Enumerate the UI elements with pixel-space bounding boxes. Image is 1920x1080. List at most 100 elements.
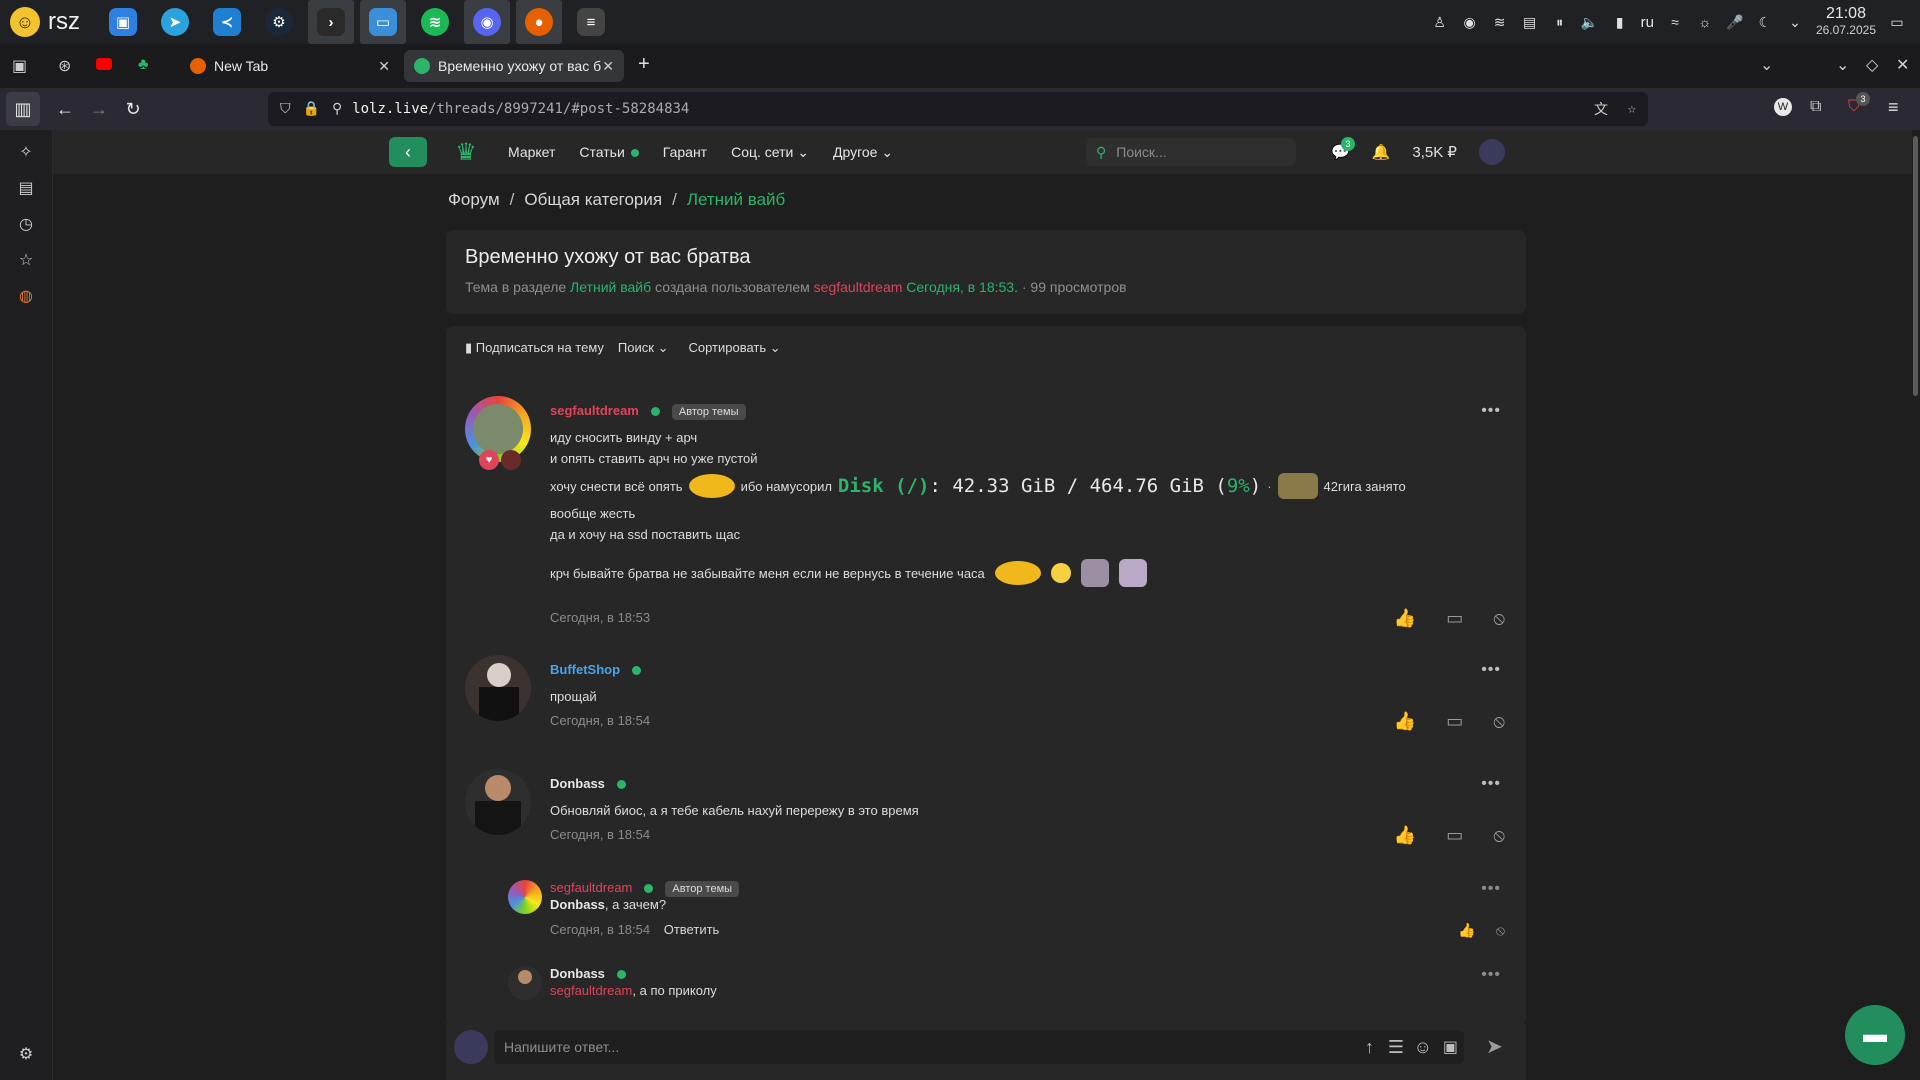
clipboard-icon[interactable]: ▤ — [1521, 13, 1539, 31]
bookmarks-star-icon[interactable]: ☆ — [16, 250, 36, 270]
tab-new-tab[interactable]: New Tab ✕ — [180, 50, 400, 82]
reply-input[interactable]: Напишите ответ... ↑ ☰ ☺ ▣ — [494, 1030, 1464, 1064]
hide-icon[interactable]: ⦸ — [1493, 608, 1505, 629]
author-link[interactable]: segfaultdream — [550, 880, 632, 895]
steam-app-icon[interactable]: ⚙ — [256, 0, 302, 44]
more-menu-icon[interactable]: ••• — [1481, 661, 1501, 679]
avatar[interactable] — [465, 396, 531, 462]
list-icon[interactable]: ☰ — [1388, 1037, 1404, 1058]
author-link[interactable]: segfaultdream — [550, 403, 639, 418]
permissions-icon[interactable]: ⚲ — [332, 101, 342, 117]
image-icon[interactable]: ▣ — [1443, 1037, 1458, 1057]
back-chevron-button[interactable]: ‹ — [389, 137, 427, 167]
nav-articles[interactable]: Статьи — [579, 144, 639, 160]
new-tab-button[interactable]: + — [638, 53, 650, 76]
spotify-tray-icon[interactable]: ≋ — [1491, 13, 1509, 31]
microphone-icon[interactable]: 🎤 — [1726, 13, 1744, 31]
like-icon[interactable]: 👍 — [1394, 825, 1416, 846]
brightness-icon[interactable]: ☼ — [1696, 13, 1714, 31]
reply-icon[interactable]: ▭ — [1446, 711, 1463, 732]
reload-icon[interactable]: ↻ — [116, 92, 150, 126]
bell-icon[interactable]: 🔔 — [1372, 143, 1391, 161]
close-icon[interactable]: ✕ — [602, 58, 614, 75]
send-icon[interactable]: ➤ — [1486, 1034, 1503, 1059]
discord-tray-icon[interactable]: ◉ — [1461, 13, 1479, 31]
like-icon[interactable]: 👍 — [1458, 922, 1475, 939]
pinned-tab-lolz-icon[interactable]: ♣ — [138, 56, 149, 74]
avatar[interactable] — [508, 966, 542, 1000]
search-input[interactable]: ⚲ Поиск... — [1086, 138, 1296, 166]
tab-thread[interactable]: Временно ухожу от вас б ✕ — [404, 50, 624, 82]
nav-guarantor[interactable]: Гарант — [663, 144, 707, 160]
hide-icon[interactable]: ⦸ — [1496, 922, 1505, 939]
restore-icon[interactable]: ◇ — [1866, 55, 1878, 75]
balance[interactable]: 3,5K ₽ — [1412, 143, 1457, 161]
like-icon[interactable]: 👍 — [1394, 711, 1416, 732]
emoji-icon[interactable]: ☺ — [1414, 1037, 1432, 1058]
avatar[interactable] — [465, 655, 531, 721]
post-time[interactable]: Сегодня, в 18:54 — [550, 827, 650, 842]
meta-author-link[interactable]: segfaultdream — [814, 279, 903, 295]
nav-market[interactable]: Маркет — [508, 144, 555, 160]
back-icon[interactable]: ← — [48, 92, 82, 126]
breadcrumb-category[interactable]: Общая категория — [524, 190, 662, 209]
forward-icon[interactable]: → — [82, 92, 116, 126]
show-desktop-icon[interactable]: ▭ — [1888, 13, 1906, 31]
sort-dropdown[interactable]: Сортировать ⌄ — [688, 340, 780, 356]
pause-icon[interactable]: ⏸ — [1551, 13, 1569, 31]
bookmark-star-icon[interactable]: ☆ — [1628, 101, 1636, 117]
conversations-icon[interactable]: 💬 3 — [1331, 137, 1355, 161]
nav-other[interactable]: Другое ⌄ — [833, 144, 893, 161]
minimize-chevron-icon[interactable]: ⌄ — [1836, 55, 1849, 75]
hide-icon[interactable]: ⦸ — [1493, 711, 1505, 732]
keyboard-layout[interactable]: ru — [1641, 14, 1654, 31]
meta-section-link[interactable]: Летний вайб — [570, 279, 651, 295]
lock-icon[interactable]: 🔒 — [303, 101, 320, 117]
hide-icon[interactable]: ⦸ — [1493, 825, 1505, 846]
tab-list-chevron-icon[interactable]: ⌄ — [1760, 55, 1773, 75]
avatar[interactable] — [508, 880, 542, 914]
author-link[interactable]: BuffetShop — [550, 662, 620, 677]
breadcrumb-forum[interactable]: Форум — [448, 190, 500, 209]
user-icon[interactable]: ♙ — [1431, 13, 1449, 31]
reply-icon[interactable]: ▭ — [1446, 825, 1463, 846]
cookie-icon[interactable]: ◍ — [16, 286, 36, 306]
like-icon[interactable]: 👍 — [1394, 608, 1416, 629]
store-app-icon[interactable]: ▣ — [100, 0, 146, 44]
ai-sparkle-icon[interactable]: ✧ — [16, 142, 36, 162]
sidebar-toggle-icon[interactable]: ▥ — [6, 92, 40, 126]
history-icon[interactable]: ◷ — [16, 214, 36, 234]
pinned-tab-youtube-icon[interactable] — [96, 58, 112, 70]
nav-social[interactable]: Соц. сети ⌄ — [731, 144, 809, 161]
files-app-icon[interactable]: ▭ — [360, 0, 406, 44]
avatar[interactable] — [465, 769, 531, 835]
tab-overview-icon[interactable]: ▣ — [12, 56, 27, 76]
reply-icon[interactable]: ▭ — [1446, 608, 1463, 629]
mixer-app-icon[interactable]: ≡ — [568, 0, 614, 44]
author-link[interactable]: Donbass — [550, 966, 605, 981]
volume-icon[interactable]: 🔈 — [1581, 13, 1599, 31]
arrow-up-icon[interactable]: ↑ — [1365, 1037, 1374, 1058]
synced-tabs-icon[interactable]: ▤ — [16, 178, 36, 198]
comment-time[interactable]: Сегодня, в 18:54 — [550, 922, 650, 937]
shield-icon[interactable]: ⛉ — [280, 101, 291, 117]
close-window-icon[interactable]: ✕ — [1896, 55, 1909, 75]
extension-w-icon[interactable]: W — [1774, 98, 1792, 116]
scrollbar-thumb[interactable] — [1913, 136, 1918, 396]
mention-link[interactable]: Donbass — [550, 897, 605, 912]
settings-gear-icon[interactable]: ⚙ — [16, 1044, 36, 1064]
author-link[interactable]: Donbass — [550, 776, 605, 791]
vscode-app-icon[interactable]: ≺ — [204, 0, 250, 44]
telegram-app-icon[interactable]: ➤ — [152, 0, 198, 44]
pinned-tab-chatgpt-icon[interactable]: ⊛ — [58, 56, 71, 76]
spotify-app-icon[interactable]: ≋ — [412, 0, 458, 44]
battery-icon[interactable]: ▮ — [1611, 13, 1629, 31]
meta-date[interactable]: Сегодня, в 18:53. — [906, 279, 1018, 295]
post-time[interactable]: Сегодня, в 18:54 — [550, 713, 650, 728]
more-menu-icon[interactable]: ••• — [1481, 402, 1501, 420]
more-menu-icon[interactable]: ••• — [1481, 966, 1501, 984]
url-bar[interactable]: ⛉ 🔒 ⚲ lolz.live/threads/8997241/#post-58… — [268, 92, 1648, 126]
terminal-app-icon[interactable]: › — [308, 0, 354, 44]
search-dropdown[interactable]: Поиск ⌄ — [618, 340, 669, 356]
reply-link[interactable]: Ответить — [664, 922, 720, 937]
